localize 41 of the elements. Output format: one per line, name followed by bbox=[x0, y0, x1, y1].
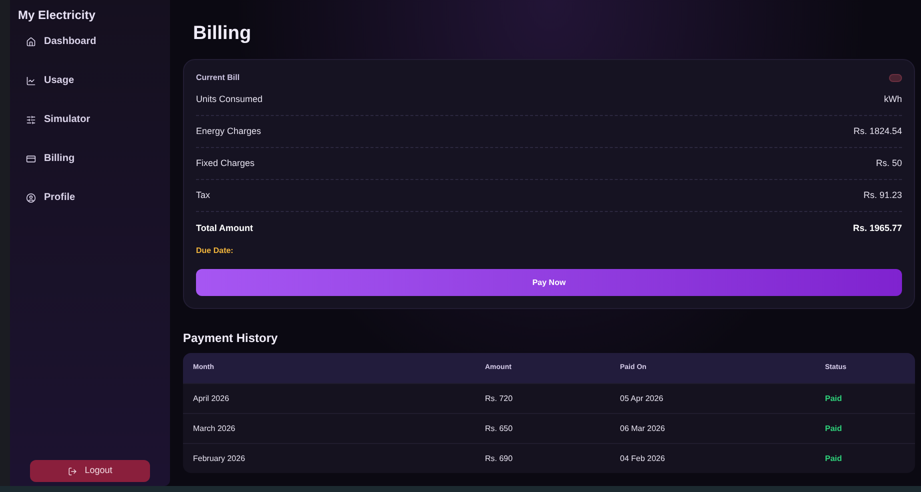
status-text: Paid bbox=[825, 422, 842, 434]
sliders-icon bbox=[26, 114, 36, 124]
app-title: My Electricity bbox=[18, 7, 96, 24]
table-cell: 04 Feb 2026 bbox=[620, 452, 665, 464]
bill-value: Rs. 91.23 bbox=[863, 188, 902, 202]
nav-item[interactable]: Billing bbox=[18, 149, 162, 168]
total-value: Rs. 1965.77 bbox=[852, 222, 902, 234]
table-cell: February 2026 bbox=[193, 452, 246, 464]
table-cell: March 2026 bbox=[193, 422, 236, 434]
status-text: Paid bbox=[825, 392, 842, 404]
logout-icon bbox=[68, 466, 77, 476]
bill-label: Fixed Charges bbox=[196, 156, 255, 170]
nav-item[interactable]: Profile bbox=[18, 188, 162, 207]
bill-label: Units Consumed bbox=[196, 92, 263, 106]
page-title: Billing bbox=[193, 22, 252, 46]
home-icon bbox=[26, 36, 36, 46]
total-label: Total Amount bbox=[196, 222, 253, 234]
table-cell: 05 Apr 2026 bbox=[620, 392, 664, 404]
status-badge bbox=[889, 74, 902, 82]
due-date: Due Date: bbox=[196, 245, 234, 257]
logout-button[interactable]: Logout bbox=[30, 460, 150, 482]
table-cell: April 2026 bbox=[193, 392, 230, 404]
nav-item[interactable]: Simulator bbox=[18, 110, 162, 129]
bill-value: Rs. 1824.54 bbox=[853, 124, 902, 138]
table-cell: 06 Mar 2026 bbox=[620, 422, 665, 434]
nav-item[interactable]: Dashboard bbox=[18, 32, 162, 51]
table-cell: Rs. 720 bbox=[485, 392, 513, 404]
chart-icon bbox=[26, 76, 36, 86]
section-title: Payment History bbox=[183, 330, 278, 347]
bill-label: Tax bbox=[196, 188, 210, 202]
status-text: Paid bbox=[825, 452, 842, 464]
card-icon bbox=[26, 154, 36, 164]
bill-label: Energy Charges bbox=[196, 124, 262, 138]
card-title: Current Bill bbox=[196, 72, 240, 84]
pay-button[interactable]: Pay Now bbox=[196, 269, 902, 296]
user-icon bbox=[26, 192, 36, 202]
nav-item[interactable]: Usage bbox=[18, 71, 162, 90]
bill-value: Rs. 50 bbox=[876, 156, 902, 170]
table-cell: Rs. 690 bbox=[485, 452, 513, 464]
bill-value: kWh bbox=[884, 92, 902, 106]
table-cell: Rs. 650 bbox=[485, 422, 513, 434]
